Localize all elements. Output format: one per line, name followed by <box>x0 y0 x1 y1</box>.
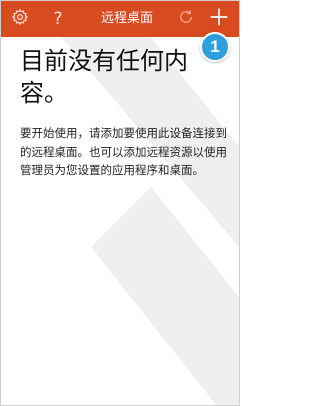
app-title: 远程桌面 <box>100 11 153 26</box>
settings-button[interactable] <box>7 1 33 37</box>
help-button[interactable]: ? <box>47 1 69 37</box>
empty-state-description: 要开始使用，请添加要使用此设备连接到的远程桌面。也可以添加远程资源以使用管理员为… <box>20 126 227 177</box>
plus-icon <box>209 7 229 31</box>
app-header: ? 远程桌面 <box>1 1 239 37</box>
step-badge: 1 <box>200 32 230 62</box>
refresh-button[interactable] <box>173 1 199 37</box>
phone-screen: ? 远程桌面 1 目前没有任何内容。 要开始使用，请添加要使用此设备连接到的远程… <box>0 0 240 406</box>
refresh-icon <box>177 8 195 30</box>
question-mark-icon: ? <box>53 9 63 29</box>
empty-state-title: 目前没有任何内容。 <box>20 47 188 107</box>
gear-icon <box>11 8 29 30</box>
